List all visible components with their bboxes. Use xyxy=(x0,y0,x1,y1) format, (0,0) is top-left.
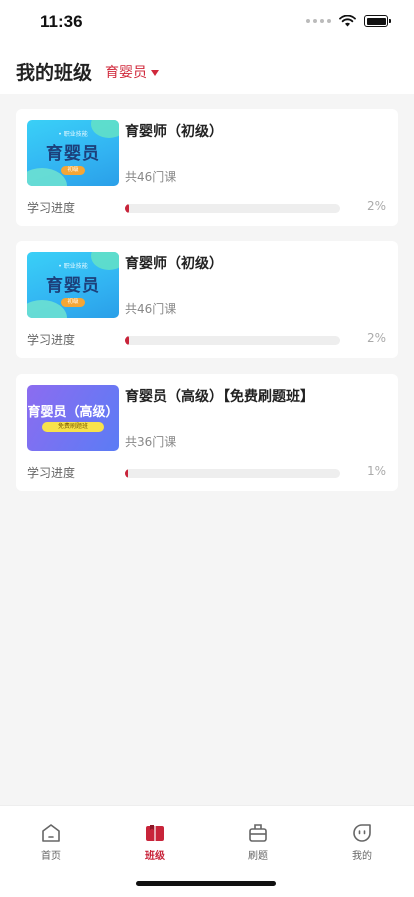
tab-home[interactable]: 首页 xyxy=(21,822,81,862)
course-card[interactable]: • 职业技能 育婴员 初级 育婴师（初级） 共46门课 学习进度 2% xyxy=(16,241,398,358)
progress-fill xyxy=(125,469,129,478)
progress-percent: 2% xyxy=(366,331,386,345)
thumbnail-tag: • 职业技能 xyxy=(58,131,88,138)
course-count: 共46门课 xyxy=(125,302,177,316)
tab-label: 首页 xyxy=(41,851,61,862)
course-count: 共36门课 xyxy=(125,435,177,449)
course-title: 育婴师（初级） xyxy=(125,124,223,140)
tab-label: 刷题 xyxy=(248,851,268,862)
thumbnail-badge: 免费刷题班 xyxy=(42,422,104,432)
course-card[interactable]: • 职业技能 育婴员 初级 育婴师（初级） 共46门课 学习进度 2% xyxy=(16,109,398,226)
course-card[interactable]: 育婴员（高级） 免费刷题班 育婴员（高级）【免费刷题班】 共36门课 学习进度 … xyxy=(16,374,398,491)
course-title: 育婴员（高级）【免费刷题班】 xyxy=(125,389,314,405)
progress-percent: 2% xyxy=(366,199,386,213)
course-thumbnail: 育婴员（高级） 免费刷题班 xyxy=(27,385,119,451)
home-indicator xyxy=(136,881,276,886)
page-title: 我的班级 xyxy=(16,62,93,84)
thumbnail-badge: 初级 xyxy=(61,166,85,175)
course-thumbnail: • 职业技能 育婴员 初级 xyxy=(27,252,119,318)
tab-label: 班级 xyxy=(145,851,165,862)
progress-bar xyxy=(125,204,340,213)
header: 我的班级 育婴员 xyxy=(0,46,414,94)
progress-label: 学习进度 xyxy=(27,333,76,347)
progress-bar xyxy=(125,469,340,478)
signal-icon xyxy=(306,19,331,23)
progress-fill xyxy=(125,204,130,213)
category-dropdown[interactable]: 育婴员 xyxy=(105,62,159,82)
tab-class[interactable]: 班级 xyxy=(125,822,185,862)
progress-label: 学习进度 xyxy=(27,201,76,215)
profile-icon xyxy=(353,824,371,842)
home-icon xyxy=(42,824,60,842)
battery-icon xyxy=(364,15,391,27)
progress-bar xyxy=(125,336,340,345)
progress-fill xyxy=(125,336,130,345)
tab-label: 我的 xyxy=(352,851,372,862)
thumbnail-title: 育婴员 xyxy=(46,144,100,164)
class-icon xyxy=(146,825,164,841)
category-label: 育婴员 xyxy=(105,65,147,81)
thumbnail-title: 育婴员（高级） xyxy=(27,405,119,420)
thumbnail-tag: • 职业技能 xyxy=(58,263,88,270)
caret-down-icon xyxy=(151,70,159,76)
wifi-icon xyxy=(339,15,356,27)
thumbnail-badge: 初级 xyxy=(61,298,85,307)
status-time: 11:36 xyxy=(40,12,83,31)
course-thumbnail: • 职业技能 育婴员 初级 xyxy=(27,120,119,186)
tab-practice[interactable]: 刷题 xyxy=(228,822,288,862)
thumbnail-title: 育婴员 xyxy=(46,276,100,296)
course-count: 共46门课 xyxy=(125,170,177,184)
course-title: 育婴师（初级） xyxy=(125,256,223,272)
progress-percent: 1% xyxy=(366,464,386,478)
progress-label: 学习进度 xyxy=(27,466,76,480)
practice-icon xyxy=(249,824,267,842)
tab-profile[interactable]: 我的 xyxy=(332,822,392,862)
status-bar: 11:36 xyxy=(0,0,414,46)
status-icons xyxy=(306,15,391,27)
